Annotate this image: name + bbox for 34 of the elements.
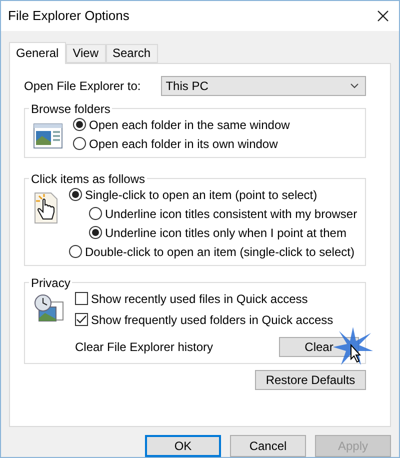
tab[interactable]: Search [106,44,158,63]
radio-button[interactable] [69,245,82,258]
window-title: File Explorer Options [8,8,130,24]
clock-picture-icon [33,294,65,324]
group-title: Click items as follows [30,172,146,186]
pointing-hand-icon [33,192,59,224]
radio-option[interactable]: Open each folder in the same window [73,118,359,132]
checkbox-option[interactable]: Show recently used files in Quick access [75,292,359,306]
radio-button[interactable] [89,226,102,240]
close-icon[interactable] [377,10,389,22]
radio-button[interactable] [73,118,86,132]
radio-option[interactable]: Open each folder in its own window [73,136,359,151]
radio-option[interactable]: Double-click to open an item (single-click to select) [69,244,359,259]
group-title: Browse folders [30,102,112,116]
dialog-button[interactable]: OK [145,435,221,457]
chevron-down-icon [350,82,359,89]
folder-dropdown[interactable]: This PC [160,76,366,96]
tab[interactable]: View [66,44,106,63]
radio-option[interactable]: Underline icon titles consistent with my browser [89,206,359,221]
radio-button[interactable] [89,207,102,220]
dialog-button[interactable]: Cancel [230,435,306,457]
checkbox[interactable] [75,313,88,326]
radio-button[interactable] [69,188,82,202]
window-icon [33,122,63,150]
radio-option[interactable]: Underline icon titles only when I point at them [89,226,359,240]
field-label: Open File Explorer to: [24,78,141,93]
radio-button[interactable] [73,137,86,150]
history-label: Clear File Explorer history [75,340,214,354]
tab[interactable]: General [9,42,66,64]
group-title: Privacy [30,276,72,290]
radio-option[interactable]: Single-click to open an item (point to select) [69,188,359,202]
checkbox[interactable] [75,292,88,306]
restore-defaults-button[interactable]: Restore Defaults [255,370,366,390]
checkbox-option[interactable]: Show frequently used folders in Quick access [75,312,359,327]
